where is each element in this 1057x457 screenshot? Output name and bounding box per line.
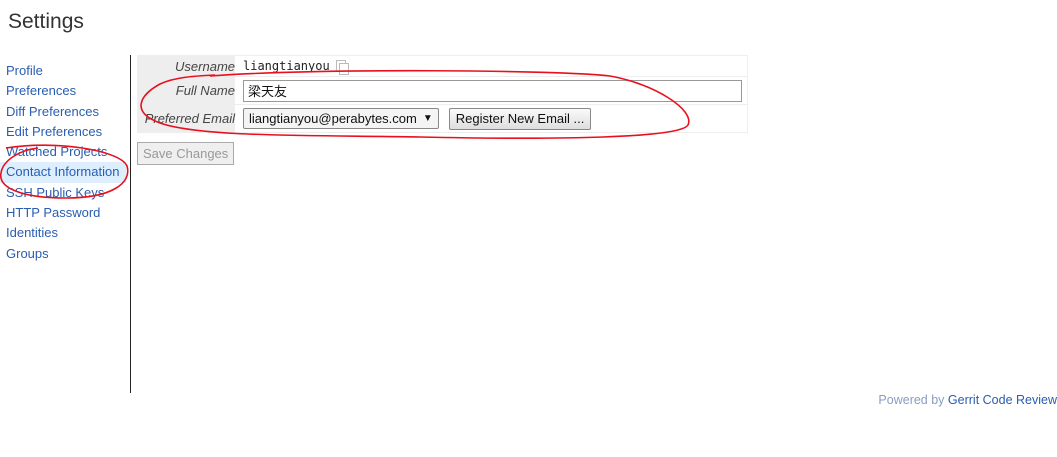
fullname-value-cell bbox=[235, 79, 742, 102]
copy-icon[interactable] bbox=[335, 59, 349, 75]
fullname-label: Full Name bbox=[138, 77, 235, 104]
register-new-email-button[interactable]: Register New Email ... bbox=[448, 107, 592, 130]
sidebar-item-ssh-public-keys[interactable]: SSH Public Keys bbox=[0, 183, 126, 203]
sidebar-item-diff-preferences[interactable]: Diff Preferences bbox=[0, 102, 126, 122]
username-label: Username bbox=[138, 56, 235, 76]
username-row: Username liangtianyou bbox=[138, 56, 747, 76]
sidebar-item-http-password[interactable]: HTTP Password bbox=[0, 203, 126, 223]
sidebar-item-profile[interactable]: Profile bbox=[0, 61, 126, 81]
fullname-row: Full Name bbox=[138, 76, 747, 104]
footer: Powered by Gerrit Code Review bbox=[878, 393, 1057, 407]
sidebar-item-edit-preferences[interactable]: Edit Preferences bbox=[0, 122, 126, 142]
page-title: Settings bbox=[8, 10, 84, 33]
save-changes-button[interactable]: Save Changes bbox=[137, 142, 235, 165]
preferred-email-value: liangtianyou@perabytes.com bbox=[249, 111, 417, 126]
footer-prefix: Powered by bbox=[878, 393, 945, 407]
username-value: liangtianyou bbox=[243, 59, 330, 73]
email-value-cell: liangtianyou@perabytes.com ▼ Register Ne… bbox=[235, 107, 592, 130]
sidebar-item-contact-information[interactable]: Contact Information bbox=[0, 162, 126, 183]
email-label: Preferred Email bbox=[138, 105, 235, 132]
sidebar-item-watched-projects[interactable]: Watched Projects bbox=[0, 142, 126, 162]
settings-sidebar: Profile Preferences Diff Preferences Edi… bbox=[0, 61, 126, 264]
gerrit-link[interactable]: Gerrit Code Review bbox=[948, 393, 1057, 407]
username-value-cell: liangtianyou bbox=[235, 59, 349, 75]
contact-form: Username liangtianyou Full Name Preferre… bbox=[137, 55, 748, 133]
sidebar-item-preferences[interactable]: Preferences bbox=[0, 81, 126, 101]
sidebar-item-groups[interactable]: Groups bbox=[0, 244, 126, 264]
sidebar-divider bbox=[130, 55, 131, 393]
preferred-email-select[interactable]: liangtianyou@perabytes.com ▼ bbox=[243, 108, 439, 129]
email-row: Preferred Email liangtianyou@perabytes.c… bbox=[138, 104, 747, 132]
sidebar-item-identities[interactable]: Identities bbox=[0, 223, 126, 243]
fullname-input[interactable] bbox=[243, 79, 742, 102]
dropdown-arrow-icon: ▼ bbox=[422, 113, 433, 124]
